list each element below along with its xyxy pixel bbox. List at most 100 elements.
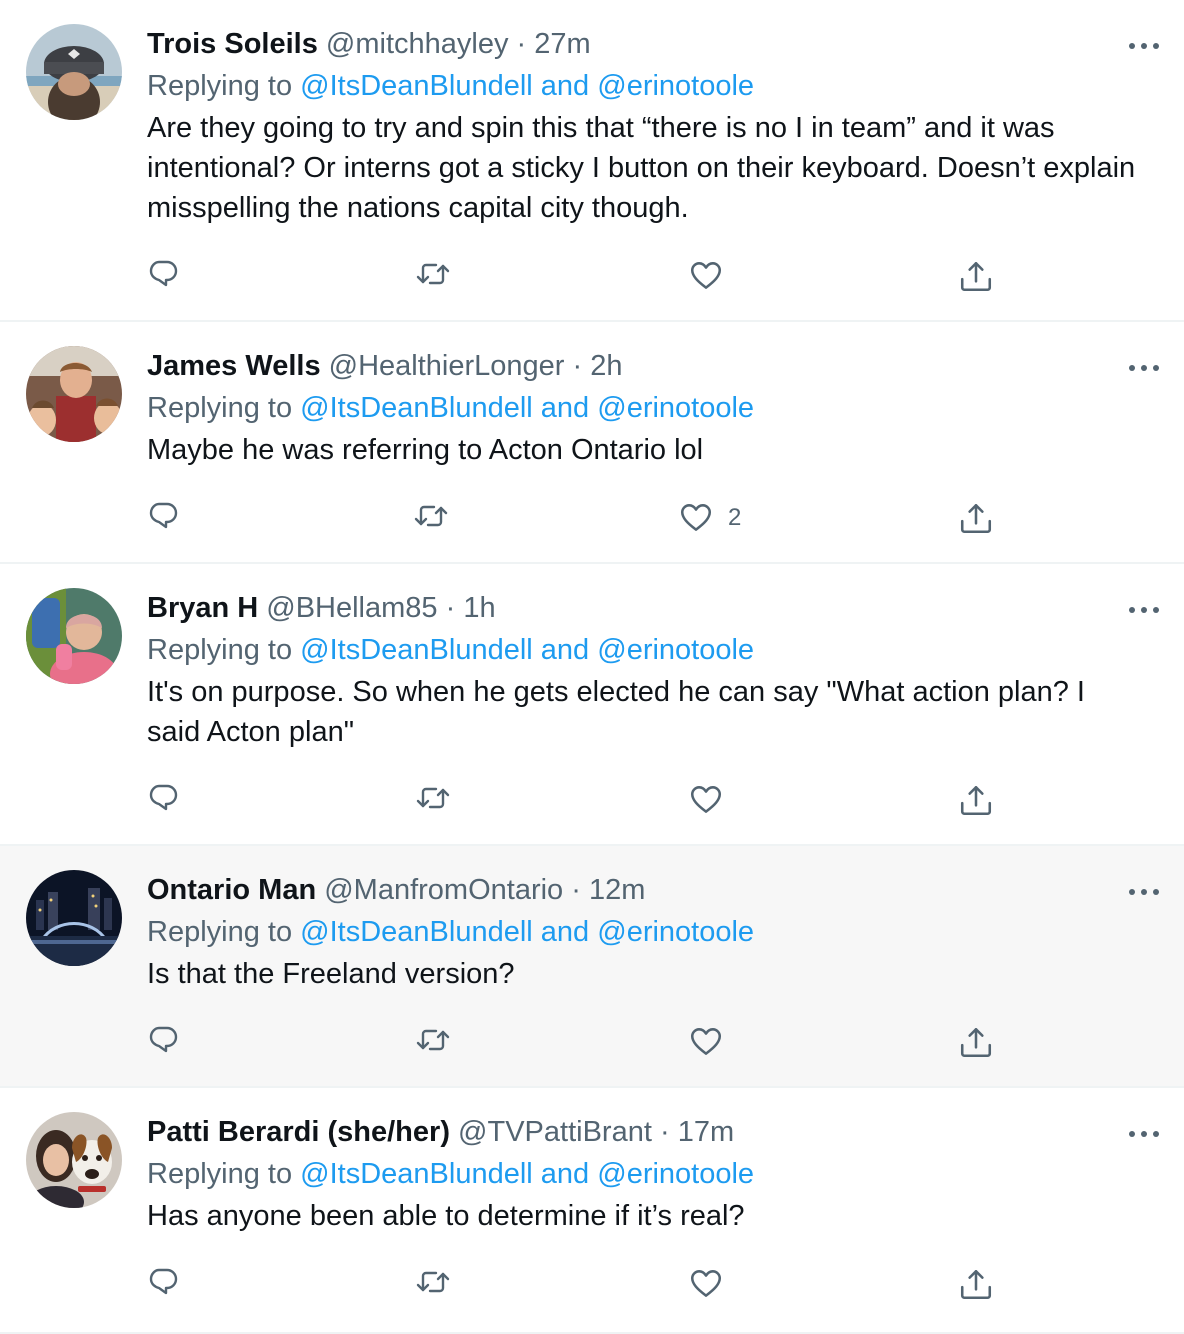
like-button[interactable]: 2 [678, 496, 741, 540]
replying-to: Replying to @ItsDeanBlundell and @erinot… [147, 1152, 1144, 1196]
more-icon[interactable] [1124, 348, 1164, 388]
mention-link[interactable]: @erinotoole [597, 916, 754, 948]
mention-link[interactable]: @ItsDeanBlundell [300, 392, 533, 424]
user-handle[interactable]: @ManfromOntario [324, 874, 563, 906]
share-button[interactable] [958, 1020, 994, 1064]
separator: · [659, 1116, 670, 1148]
retweet-button[interactable] [414, 778, 452, 822]
display-name[interactable]: James Wells [147, 350, 321, 382]
reply-button[interactable] [146, 778, 182, 822]
reply-icon [146, 1266, 182, 1302]
more-icon[interactable] [1124, 1114, 1164, 1154]
retweet-icon [414, 258, 452, 294]
mention-link[interactable]: @erinotoole [597, 70, 754, 102]
avatar[interactable] [26, 24, 122, 120]
more-icon[interactable] [1124, 590, 1164, 630]
share-button[interactable] [958, 778, 994, 822]
like-button[interactable] [688, 778, 738, 822]
and-label: and [540, 70, 590, 102]
and-label: and [540, 1158, 590, 1190]
user-handle[interactable]: @HealthierLonger [329, 350, 565, 382]
mention-link[interactable]: @erinotoole [597, 392, 754, 424]
share-icon [958, 258, 994, 294]
separator: · [516, 28, 527, 60]
retweet-button[interactable] [414, 254, 452, 298]
avatar[interactable] [26, 346, 122, 442]
tweet-actions [146, 1020, 1006, 1064]
tweet[interactable]: James Wells @HealthierLonger · 2h Replyi… [0, 322, 1184, 564]
share-icon [958, 782, 994, 818]
mention-link[interactable]: @ItsDeanBlundell [300, 1158, 533, 1190]
timestamp[interactable]: 17m [678, 1116, 734, 1148]
retweet-icon [412, 500, 450, 536]
share-button[interactable] [958, 254, 994, 298]
tweet-actions [146, 1262, 1006, 1306]
replying-to-label: Replying to [147, 916, 293, 948]
avatar[interactable] [26, 1112, 122, 1208]
like-button[interactable] [688, 1262, 738, 1306]
timestamp[interactable]: 2h [590, 350, 622, 382]
tweet-header: Patti Berardi (she/her) @TVPattiBrant · … [147, 1112, 1144, 1152]
replying-to: Replying to @ItsDeanBlundell and @erinot… [147, 910, 1144, 954]
display-name[interactable]: Patti Berardi (she/her) [147, 1116, 450, 1148]
more-icon[interactable] [1124, 26, 1164, 66]
avatar[interactable] [26, 588, 122, 684]
like-icon [688, 782, 724, 818]
tweet-text: Are they going to try and spin this that… [147, 112, 1136, 224]
display-name[interactable]: Trois Soleils [147, 28, 318, 60]
mention-link[interactable]: @ItsDeanBlundell [300, 70, 533, 102]
timestamp[interactable]: 12m [589, 874, 645, 906]
replying-to-label: Replying to [147, 1158, 293, 1190]
share-button[interactable] [958, 1262, 994, 1306]
replying-to: Replying to @ItsDeanBlundell and @erinot… [147, 64, 1144, 108]
replying-to: Replying to @ItsDeanBlundell and @erinot… [147, 386, 1144, 430]
share-icon [958, 1266, 994, 1302]
retweet-icon [414, 1266, 452, 1302]
separator: · [572, 350, 583, 382]
more-icon[interactable] [1124, 872, 1164, 912]
timestamp[interactable]: 27m [534, 28, 590, 60]
tweet-header: Bryan H @BHellam85 · 1h [147, 588, 1144, 628]
tweet[interactable]: Patti Berardi (she/her) @TVPattiBrant · … [0, 1088, 1184, 1334]
retweet-icon [414, 782, 452, 818]
replying-to: Replying to @ItsDeanBlundell and @erinot… [147, 628, 1144, 672]
tweet-header: Trois Soleils @mitchhayley · 27m [147, 24, 1144, 64]
reply-thread: Trois Soleils @mitchhayley · 27m Replyin… [0, 0, 1184, 1334]
retweet-button[interactable] [412, 496, 450, 540]
tweet-text: Maybe he was referring to Acton Ontario … [147, 434, 704, 466]
reply-icon [146, 1024, 182, 1060]
like-button[interactable] [688, 1020, 738, 1064]
mention-link[interactable]: @erinotoole [597, 634, 754, 666]
share-icon [958, 500, 994, 536]
user-handle[interactable]: @TVPattiBrant [458, 1116, 652, 1148]
like-icon [688, 258, 724, 294]
avatar[interactable] [26, 870, 122, 966]
separator: · [571, 874, 581, 906]
replying-to-label: Replying to [147, 634, 293, 666]
mention-link[interactable]: @ItsDeanBlundell [300, 916, 533, 948]
display-name[interactable]: Bryan H [147, 592, 258, 624]
replying-to-label: Replying to [147, 70, 293, 102]
mention-link[interactable]: @erinotoole [597, 1158, 754, 1190]
timestamp[interactable]: 1h [463, 592, 495, 624]
retweet-icon [414, 1024, 452, 1060]
reply-button[interactable] [146, 1020, 182, 1064]
tweet[interactable]: Trois Soleils @mitchhayley · 27m Replyin… [0, 0, 1184, 322]
reply-button[interactable] [146, 496, 182, 540]
display-name[interactable]: Ontario Man [147, 874, 316, 906]
share-button[interactable] [958, 496, 994, 540]
like-button[interactable] [688, 254, 738, 298]
like-icon [688, 1266, 724, 1302]
reply-button[interactable] [146, 254, 182, 298]
retweet-button[interactable] [414, 1262, 452, 1306]
reply-icon [146, 258, 182, 294]
tweet-actions [146, 254, 1006, 298]
mention-link[interactable]: @ItsDeanBlundell [300, 634, 533, 666]
reply-button[interactable] [146, 1262, 182, 1306]
user-handle[interactable]: @BHellam85 [266, 592, 437, 624]
retweet-button[interactable] [414, 1020, 452, 1064]
and-label: and [540, 392, 590, 424]
tweet[interactable]: Bryan H @BHellam85 · 1h Replying to @Its… [0, 564, 1184, 846]
tweet[interactable]: Ontario Man @ManfromOntario · 12m Replyi… [0, 846, 1184, 1088]
user-handle[interactable]: @mitchhayley [326, 28, 509, 60]
